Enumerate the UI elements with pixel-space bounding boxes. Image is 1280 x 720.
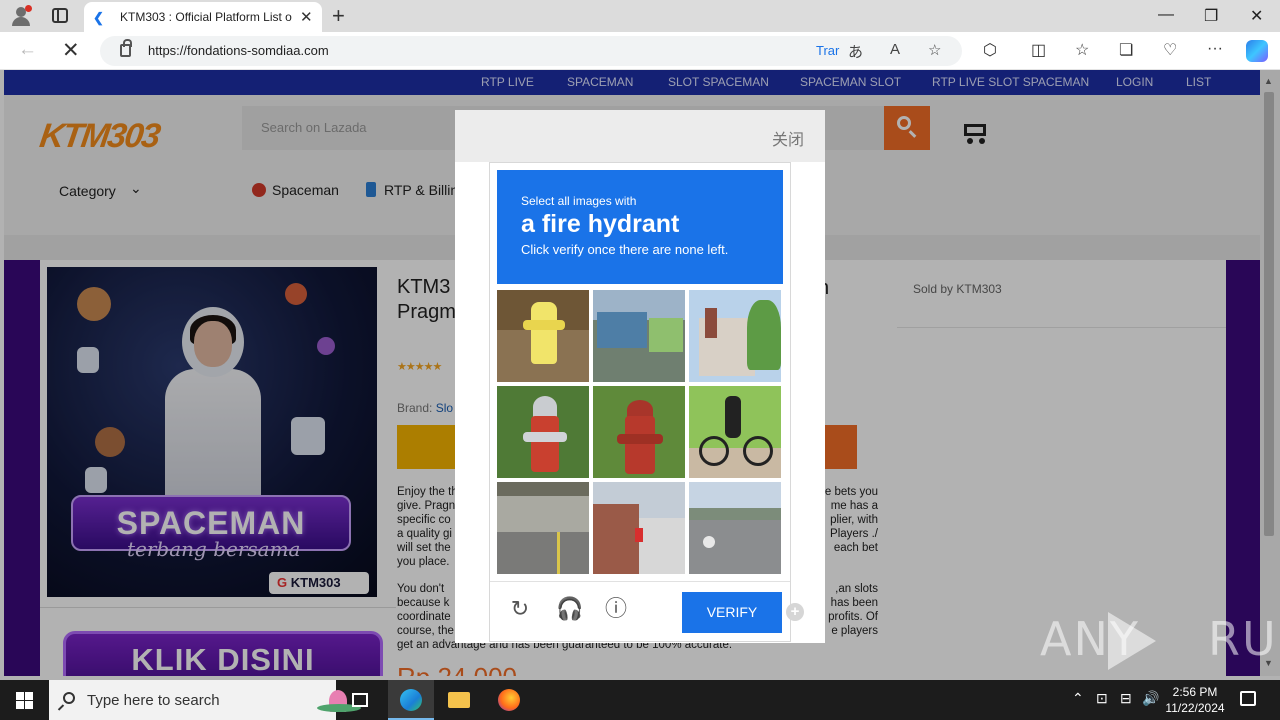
minimize-icon[interactable]: — (1158, 6, 1174, 24)
verify-button[interactable]: VERIFY (682, 592, 782, 633)
watermark: ANYRUN (1040, 612, 1280, 666)
expand-icon[interactable]: + (786, 603, 804, 621)
network-status-icon[interactable]: ⊡ (1096, 690, 1108, 707)
start-button[interactable] (16, 692, 33, 709)
lock-icon[interactable] (120, 39, 132, 57)
task-view-icon[interactable] (338, 680, 384, 720)
captcha-prompt: Select all images with a fire hydrant Cl… (497, 170, 783, 284)
restore-icon[interactable]: ❐ (1204, 6, 1218, 26)
prompt-target: a fire hydrant (521, 210, 680, 238)
windows-taskbar: Type here to search ⌃ ⊡ ⊟ 🔊 2:56 PM 11/2… (0, 680, 1280, 720)
captcha-footer-divider (490, 581, 790, 582)
notification-icon[interactable] (1240, 691, 1256, 706)
notification-dot (25, 5, 32, 12)
tab-actions-icon[interactable] (52, 8, 68, 23)
browser-tab[interactable]: ❮ KTM303 : Official Platform List of ✕ (84, 2, 322, 32)
address-bar[interactable]: https://fondations-somdiaa.com Trar あ A … (100, 36, 962, 66)
system-clock[interactable]: 2:56 PM 11/22/2024 (1160, 684, 1230, 716)
info-icon[interactable]: ⓘ (604, 597, 628, 621)
volume-icon[interactable]: 🔊 (1142, 690, 1159, 707)
edge-taskbar-icon[interactable] (388, 680, 434, 720)
captcha-tile[interactable] (689, 482, 781, 574)
more-menu-icon[interactable]: ··· (1207, 40, 1223, 58)
headphones-icon[interactable]: 🎧 (556, 597, 583, 621)
profile-icon[interactable] (10, 5, 32, 27)
browser-tab-bar: ❮ KTM303 : Official Platform List of ✕ +… (0, 0, 1280, 32)
new-tab-icon[interactable]: + (332, 3, 345, 29)
favorites-icon[interactable]: ☆ (1075, 40, 1089, 60)
search-icon (63, 692, 75, 704)
captcha-tile[interactable] (497, 290, 589, 382)
extensions-icon[interactable]: ⬡ (983, 40, 997, 60)
wifi-icon[interactable]: ⊟ (1120, 690, 1132, 707)
back-icon[interactable]: ← (18, 39, 37, 61)
taskbar-search-placeholder: Type here to search (87, 692, 220, 709)
watermark-play-icon (1108, 612, 1156, 670)
modal-close-button[interactable]: 关闭 (772, 126, 804, 150)
copilot-icon[interactable] (1246, 40, 1268, 62)
split-screen-icon[interactable]: ◫ (1031, 40, 1046, 60)
captcha-tile[interactable] (593, 386, 685, 478)
captcha-tile[interactable] (689, 386, 781, 478)
captcha-tile[interactable] (593, 290, 685, 382)
collections-icon[interactable]: ❏ (1119, 40, 1133, 60)
refresh-icon[interactable]: ↻ (508, 597, 532, 621)
tab-close-icon[interactable]: ✕ (300, 8, 313, 26)
browser-essentials-icon[interactable]: ♡ (1163, 40, 1177, 60)
captcha-tile[interactable] (497, 482, 589, 574)
translate-icon[interactable]: あ (848, 41, 863, 62)
favorite-star-icon[interactable]: ☆ (928, 41, 941, 59)
taskbar-search-input[interactable]: Type here to search (49, 680, 361, 720)
captcha-tile[interactable] (689, 290, 781, 382)
prompt-hint: Click verify once there are none left. (521, 242, 729, 257)
show-hidden-icons-icon[interactable]: ⌃ (1072, 690, 1084, 707)
firefox-icon[interactable] (486, 680, 532, 720)
modal-header: 关闭 (455, 110, 825, 162)
read-aloud-icon[interactable]: A (890, 41, 900, 58)
window-close-icon[interactable]: ✕ (1250, 6, 1263, 26)
translate-label[interactable]: Trar (816, 43, 839, 58)
prompt-small: Select all images with (521, 194, 637, 208)
captcha-tile[interactable] (593, 482, 685, 574)
url-text[interactable]: https://fondations-somdiaa.com (148, 43, 329, 58)
captcha-tile[interactable] (497, 386, 589, 478)
tab-favicon-icon: ❮ (93, 10, 104, 25)
file-explorer-icon[interactable] (436, 680, 482, 720)
stop-loading-icon[interactable]: ✕ (62, 38, 80, 63)
tab-title: KTM303 : Official Platform List of (120, 10, 292, 24)
